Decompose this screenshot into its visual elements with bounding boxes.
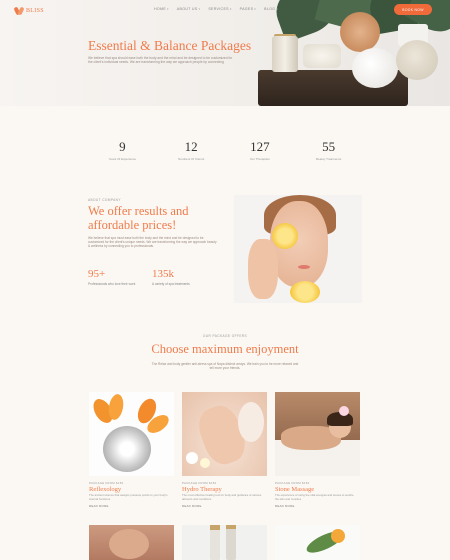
chevron-down-icon: ▾: [254, 7, 257, 11]
package-image: [182, 525, 267, 560]
bath-brush: [340, 12, 380, 52]
package-name[interactable]: Reflexology: [89, 486, 174, 493]
stat-value: 12: [184, 139, 198, 154]
nav-item-services[interactable]: SERVICES ▾: [208, 7, 231, 11]
nav-label: PAGES: [239, 7, 254, 11]
lotus-icon: [14, 7, 24, 15]
chevron-down-icon: ▾: [166, 7, 169, 11]
stat-label: Numbers Of Clients: [178, 157, 205, 161]
flower: [331, 529, 345, 543]
package-image: [182, 392, 267, 476]
package-image: [275, 392, 360, 476]
nav-label: ABOUT US: [176, 7, 198, 11]
read-more-link[interactable]: READ MORE: [182, 504, 267, 508]
flower-petal: [106, 392, 126, 422]
hero-banner: BLISS HOME ▾ ABOUT US ▾ SERVICES ▾ PAGES ▾ B…: [0, 0, 450, 106]
flower: [200, 458, 210, 468]
feature-label: A variety of spa treatments: [152, 282, 190, 286]
stat-item: 9 Years Of Experience: [88, 140, 157, 170]
chevron-down-icon: ▾: [276, 7, 279, 11]
nav-label: SERVICES: [208, 7, 229, 11]
flower: [186, 452, 198, 464]
package-image: [275, 525, 360, 560]
package-kicker: PACKAGE FROM $150: [89, 481, 124, 485]
stats-row: 9 Years Of Experience 12 Numbers Of Clie…: [88, 140, 363, 170]
read-more-link[interactable]: READ MORE: [89, 504, 174, 508]
package-card[interactable]: PACKAGE FROM $150 Reflexology The ancien…: [89, 392, 174, 508]
lemon-slice: [290, 281, 320, 303]
package-description: The most effective healing tool for body…: [182, 493, 262, 501]
nav-item-about[interactable]: ABOUT US ▾: [177, 7, 201, 11]
main-nav: HOME ▾ ABOUT US ▾ SERVICES ▾ PAGES ▾ BLOG ▾: [154, 7, 278, 11]
package-kicker: PACKAGE FROM $150: [275, 481, 310, 485]
chevron-down-icon: ▾: [198, 7, 201, 11]
herbal-pouch: [396, 40, 438, 80]
flower: [339, 406, 349, 416]
stat-item: 12 Numbers Of Clients: [157, 140, 226, 170]
package-card[interactable]: PACKAGE FROM $150 Hydro Therapy The most…: [182, 392, 267, 508]
package-description: The ancient science that assigns pressur…: [89, 493, 168, 501]
nav-item-pages[interactable]: PAGES ▾: [240, 7, 256, 11]
bottle-cap: [210, 525, 220, 530]
feature-label: Professionals who love their work: [88, 282, 136, 286]
lips: [298, 265, 310, 269]
feature-value: 135k: [152, 268, 174, 280]
nav-label: HOME: [154, 7, 166, 11]
packages-description: The Relax and body gentler anti-stress s…: [151, 362, 299, 371]
read-more-link[interactable]: READ MORE: [275, 504, 360, 508]
face: [109, 529, 149, 559]
package-image: [89, 392, 174, 476]
chevron-down-icon: ▾: [229, 7, 232, 11]
package-name[interactable]: Hydro Therapy: [182, 486, 267, 493]
package-name[interactable]: Stone Massage: [275, 486, 360, 493]
rolled-towel: [352, 48, 398, 88]
stat-value: 127: [250, 139, 270, 154]
hero-title: Essential & Balance Packages: [88, 38, 252, 53]
portrait-image: [234, 195, 362, 303]
nav-item-home[interactable]: HOME ▾: [154, 7, 169, 11]
water-bowl: [238, 402, 264, 442]
packages-kicker: OUR PACKAGE OFFERS: [202, 334, 248, 338]
feature-item: 135k A variety of spa treatments: [152, 268, 202, 286]
cream-bowl: [303, 44, 341, 68]
stat-value: 55: [322, 139, 336, 154]
stat-label: Beauty Treatments: [316, 157, 342, 161]
logo-text: BLISS: [26, 8, 44, 14]
offer-kicker: ABOUT COMPANY: [88, 198, 121, 202]
stat-value: 9: [119, 139, 126, 154]
offer-description: We believe that spa must ease both the b…: [88, 236, 217, 249]
stat-label: Our Therapists: [249, 157, 270, 161]
package-description: The experience of using the vital energi…: [275, 493, 354, 501]
nav-item-blog[interactable]: BLOG ▾: [264, 7, 278, 11]
hero-description: We believe that spa should ease both the…: [88, 56, 233, 65]
package-card[interactable]: PACKAGE FROM $150 Stone Massage The expe…: [275, 392, 360, 508]
logo[interactable]: BLISS: [14, 6, 44, 16]
offer-title: We offer results and affordable prices!: [88, 204, 189, 232]
stat-label: Years Of Experience: [108, 157, 137, 161]
package-kicker: PACKAGE FROM $150: [182, 481, 217, 485]
feature-item: 95+ Professionals who love their work: [88, 268, 138, 286]
nav-label: BLOG: [264, 7, 276, 11]
bowl: [103, 426, 151, 472]
lemon-slice: [272, 223, 298, 249]
bottle-cap: [226, 525, 236, 529]
feature-value: 95+: [88, 268, 106, 280]
salt-jar: [272, 36, 298, 72]
stat-item: 127 Our Therapists: [226, 140, 295, 170]
bottle: [210, 529, 220, 560]
bottle: [226, 527, 236, 560]
stat-item: 55 Beauty Treatments: [294, 140, 363, 170]
book-now-button[interactable]: BOOK NOW: [394, 4, 432, 15]
package-image: [89, 525, 174, 560]
packages-title: Choose maximum enjoyment: [151, 342, 299, 356]
hand: [248, 239, 278, 299]
